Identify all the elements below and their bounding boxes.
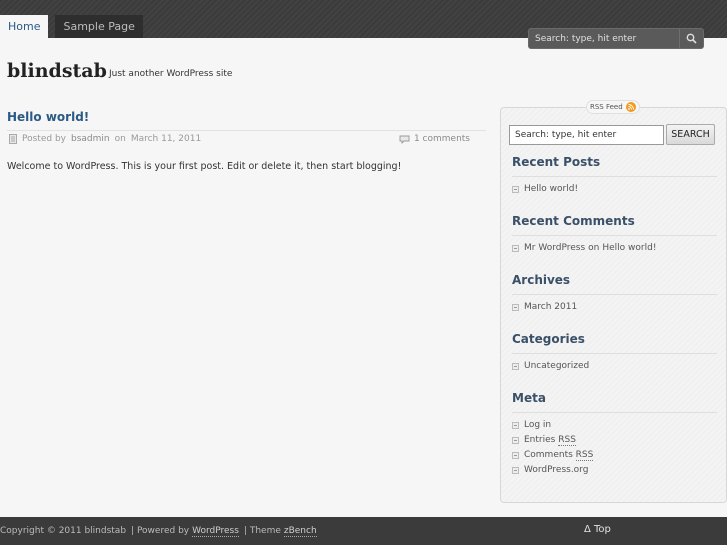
archive-link[interactable]: March 2011 bbox=[524, 302, 577, 312]
post-comments-link[interactable]: 1 comments bbox=[414, 134, 470, 144]
bullet-icon bbox=[512, 421, 519, 429]
divider bbox=[512, 235, 717, 236]
list-item: Mr WordPress on Hello world! bbox=[512, 243, 656, 253]
list-item: WordPress.org bbox=[512, 465, 588, 475]
footer-theme-label: | Theme bbox=[243, 526, 281, 536]
list-item: Log in bbox=[512, 420, 551, 430]
bullet-icon bbox=[512, 466, 519, 474]
bullet-icon bbox=[512, 451, 519, 459]
comment-on-label: on bbox=[588, 243, 600, 253]
nav-tab-sample-page[interactable]: Sample Page bbox=[55, 15, 143, 38]
main-nav: Home Sample Page bbox=[0, 15, 150, 38]
back-to-top-link[interactable]: Δ Top bbox=[584, 524, 611, 535]
widget-title-recent-comments: Recent Comments bbox=[512, 214, 635, 228]
document-icon bbox=[9, 134, 17, 144]
entries-rss-link[interactable]: Entries RSS bbox=[524, 435, 576, 446]
divider bbox=[512, 294, 717, 295]
top-search-button[interactable] bbox=[679, 29, 703, 48]
post-author-link[interactable]: bsadmin bbox=[71, 134, 110, 144]
rss-feed-link[interactable]: RSS Feed bbox=[586, 100, 640, 114]
list-item: Hello world! bbox=[512, 184, 578, 194]
divider bbox=[512, 176, 717, 177]
sidebar-search-input[interactable] bbox=[509, 125, 664, 145]
post-date: March 11, 2011 bbox=[130, 134, 202, 144]
site-description: Just another WordPress site bbox=[109, 69, 233, 79]
on-label: on bbox=[114, 134, 126, 144]
sidebar-search-button[interactable]: SEARCH bbox=[666, 124, 715, 145]
comments-rss-link[interactable]: Comments RSS bbox=[524, 450, 594, 461]
post-title[interactable]: Hello world! bbox=[7, 110, 89, 124]
divider bbox=[512, 353, 717, 354]
widget-title-recent-posts: Recent Posts bbox=[512, 155, 601, 169]
post-meta: Posted by bsadmin on March 11, 2011 1 co… bbox=[7, 130, 486, 147]
widget-title-meta: Meta bbox=[512, 391, 546, 405]
rss-abbr: RSS bbox=[575, 450, 594, 461]
footer-wordpress-link[interactable]: WordPress bbox=[192, 526, 239, 537]
widget-title-archives: Archives bbox=[512, 273, 571, 287]
comment-post-link[interactable]: Hello world! bbox=[602, 243, 656, 253]
nav-tab-home[interactable]: Home bbox=[0, 15, 49, 38]
rss-feed-label: RSS Feed bbox=[590, 103, 623, 111]
list-item: Comments RSS bbox=[512, 450, 594, 461]
rss-icon bbox=[625, 102, 636, 112]
bullet-icon bbox=[512, 362, 519, 370]
comments-label: Comments bbox=[524, 450, 573, 460]
footer: Copyright © 2011 blindstab | Powered by … bbox=[0, 517, 727, 545]
entries-label: Entries bbox=[524, 435, 556, 445]
comment-author-link[interactable]: Mr WordPress bbox=[524, 243, 585, 253]
posted-by-label: Posted by bbox=[22, 134, 66, 144]
bullet-icon bbox=[512, 303, 519, 311]
login-link[interactable]: Log in bbox=[524, 420, 551, 430]
category-link[interactable]: Uncategorized bbox=[524, 361, 589, 371]
footer-copyright: Copyright © 2011 blindstab bbox=[0, 526, 127, 536]
widget-title-categories: Categories bbox=[512, 332, 585, 346]
search-icon bbox=[686, 33, 697, 44]
recent-post-link[interactable]: Hello world! bbox=[524, 184, 578, 194]
rss-abbr: RSS bbox=[558, 435, 576, 446]
footer-powered-label: | Powered by bbox=[131, 526, 190, 536]
bullet-icon bbox=[512, 185, 519, 193]
bullet-icon bbox=[512, 244, 519, 252]
divider bbox=[512, 412, 717, 413]
wordpress-org-link[interactable]: WordPress.org bbox=[524, 465, 588, 475]
top-search-input[interactable] bbox=[529, 29, 680, 48]
post-body: Welcome to WordPress. This is your first… bbox=[7, 161, 402, 172]
footer-theme-link[interactable]: zBench bbox=[283, 526, 317, 537]
top-search-box bbox=[528, 28, 704, 49]
list-item: Entries RSS bbox=[512, 435, 576, 446]
list-item: March 2011 bbox=[512, 302, 577, 312]
list-item: Uncategorized bbox=[512, 361, 589, 371]
site-title[interactable]: blindstab bbox=[7, 60, 107, 82]
bullet-icon bbox=[512, 436, 519, 444]
comment-icon bbox=[399, 135, 410, 144]
